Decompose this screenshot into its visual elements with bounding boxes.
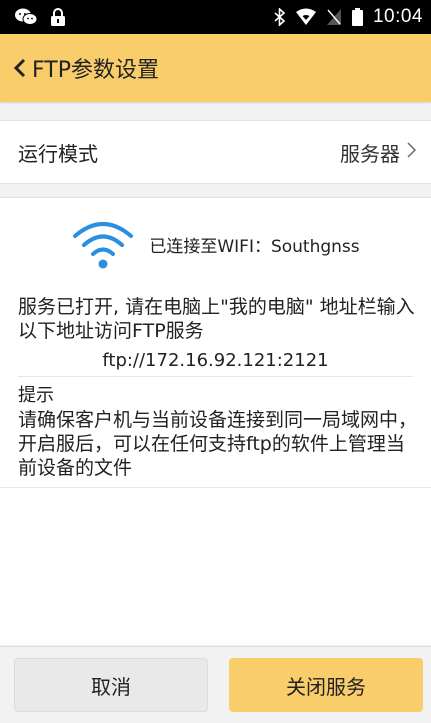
wifi-signal-icon: [295, 8, 316, 26]
tip-text: 请确保客户机与当前设备连接到同一局域网中，开启服后，可以在任何支持ftp的软件上…: [18, 409, 418, 479]
wifi-status: 已连接至WIFI：Southgnss: [0, 218, 431, 270]
app-bar: FTP参数设置: [0, 34, 431, 102]
run-mode-value: 服务器: [340, 141, 400, 166]
ftp-address: ftp://172.16.92.121:2121: [102, 350, 329, 371]
ftp-info-panel: 已连接至WIFI：Southgnss 服务已打开, 请在电脑上"我的电脑" 地址…: [0, 197, 431, 645]
battery-icon: [351, 8, 363, 26]
footer-bar: 取消 关闭服务: [0, 646, 431, 723]
status-bar: 10:04: [0, 0, 431, 34]
lock-icon: [50, 7, 66, 27]
no-sim-icon: [326, 8, 342, 26]
bluetooth-icon: [274, 8, 286, 26]
status-bar-right: 10:04: [274, 6, 423, 28]
wechat-icon: [14, 7, 38, 27]
status-bar-left: [14, 7, 66, 27]
chevron-right-icon: [406, 140, 417, 164]
stop-service-button[interactable]: 关闭服务: [229, 658, 423, 712]
page-title: FTP参数设置: [32, 58, 159, 83]
run-mode-row[interactable]: 运行模式 服务器: [0, 120, 431, 184]
chevron-left-icon[interactable]: [10, 55, 30, 81]
wifi-connected-text: 已连接至WIFI：Southgnss: [149, 236, 360, 257]
status-time: 10:04: [372, 6, 423, 27]
run-mode-label: 运行模式: [18, 141, 98, 166]
wifi-icon: [71, 218, 135, 270]
cancel-button[interactable]: 取消: [14, 658, 208, 712]
divider: [0, 487, 431, 488]
divider: [18, 376, 413, 377]
run-mode-value-group: 服务器: [340, 138, 417, 167]
tip-title: 提示: [18, 385, 54, 406]
access-instruction: 服务已打开, 请在电脑上"我的电脑" 地址栏输入以下地址访问FTP服务: [18, 296, 415, 342]
